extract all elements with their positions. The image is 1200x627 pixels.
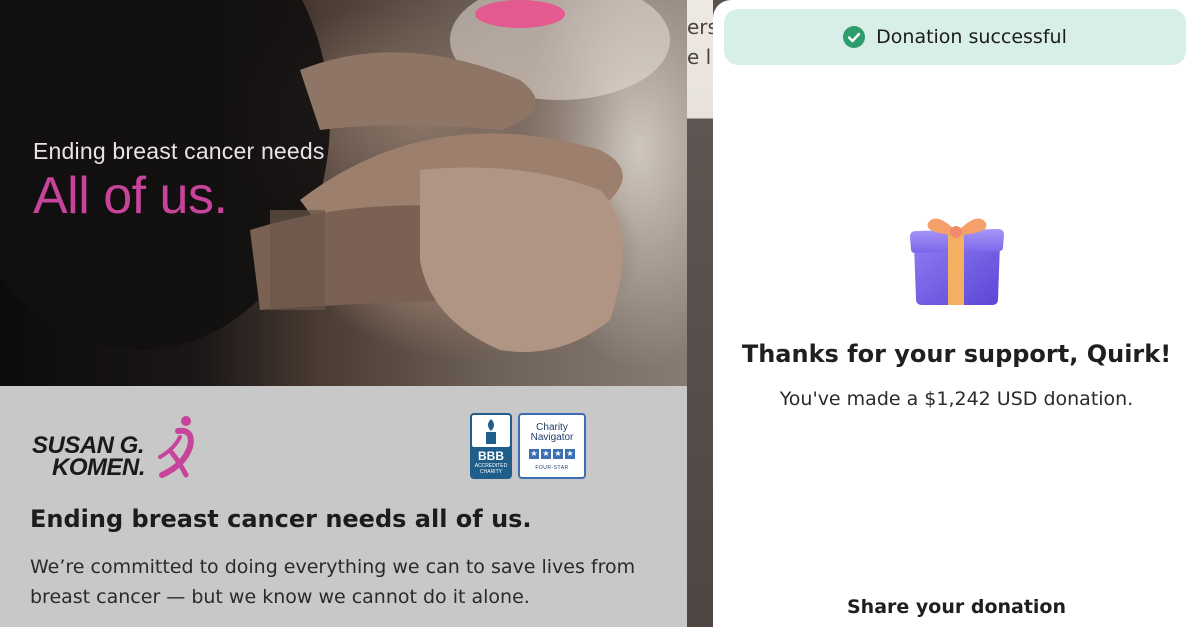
- four-star-rating: ★ ★ ★ ★: [520, 449, 584, 459]
- charity-navigator-rating: FOUR-STAR: [535, 465, 569, 471]
- bbb-accredited-badge[interactable]: BBB ACCREDITED CHARITY: [470, 413, 512, 479]
- background-strip-text: ers e l: [687, 15, 713, 69]
- star-icon: ★: [529, 449, 539, 459]
- komen-logo-line2: KOMEN.: [52, 454, 146, 481]
- toast-message: Donation successful: [876, 26, 1067, 48]
- success-toast: Donation successful: [724, 9, 1186, 65]
- bbb-label: BBB: [478, 449, 504, 463]
- bbb-torch-icon: [486, 419, 496, 444]
- check-circle-icon: [843, 26, 866, 48]
- pink-ribbon-icon: [158, 416, 194, 478]
- share-donation-button[interactable]: Share your donation: [713, 596, 1200, 618]
- star-icon: ★: [553, 449, 563, 459]
- gift-icon: [910, 218, 1004, 305]
- info-body: We’re committed to doing everything we c…: [30, 556, 636, 608]
- star-icon: ★: [565, 449, 575, 459]
- hero-image: Ending breast cancer needs All of us.: [0, 0, 713, 386]
- charity-navigator-badge[interactable]: Charity Navigator ★ ★ ★ ★ FOUR-STAR: [518, 413, 586, 479]
- charity-navigator-label: Charity Navigator: [530, 422, 574, 443]
- background-strip: [687, 0, 713, 627]
- info-heading: Ending breast cancer needs all of us.: [30, 505, 532, 533]
- check-mark: [847, 32, 861, 43]
- background-page: Ending breast cancer needs All of us. er…: [0, 0, 713, 627]
- donation-modal: Donation successful Thanks for your supp…: [713, 0, 1200, 627]
- donation-summary: You've made a $1,242 USD donation.: [779, 388, 1134, 410]
- bbb-sublabel: ACCREDITED CHARITY: [474, 463, 508, 475]
- star-icon: ★: [541, 449, 551, 459]
- hero-tagline: Ending breast cancer needs: [33, 138, 325, 164]
- thanks-title: Thanks for your support, Quirk!: [741, 340, 1172, 368]
- hero-headline: All of us.: [33, 167, 228, 225]
